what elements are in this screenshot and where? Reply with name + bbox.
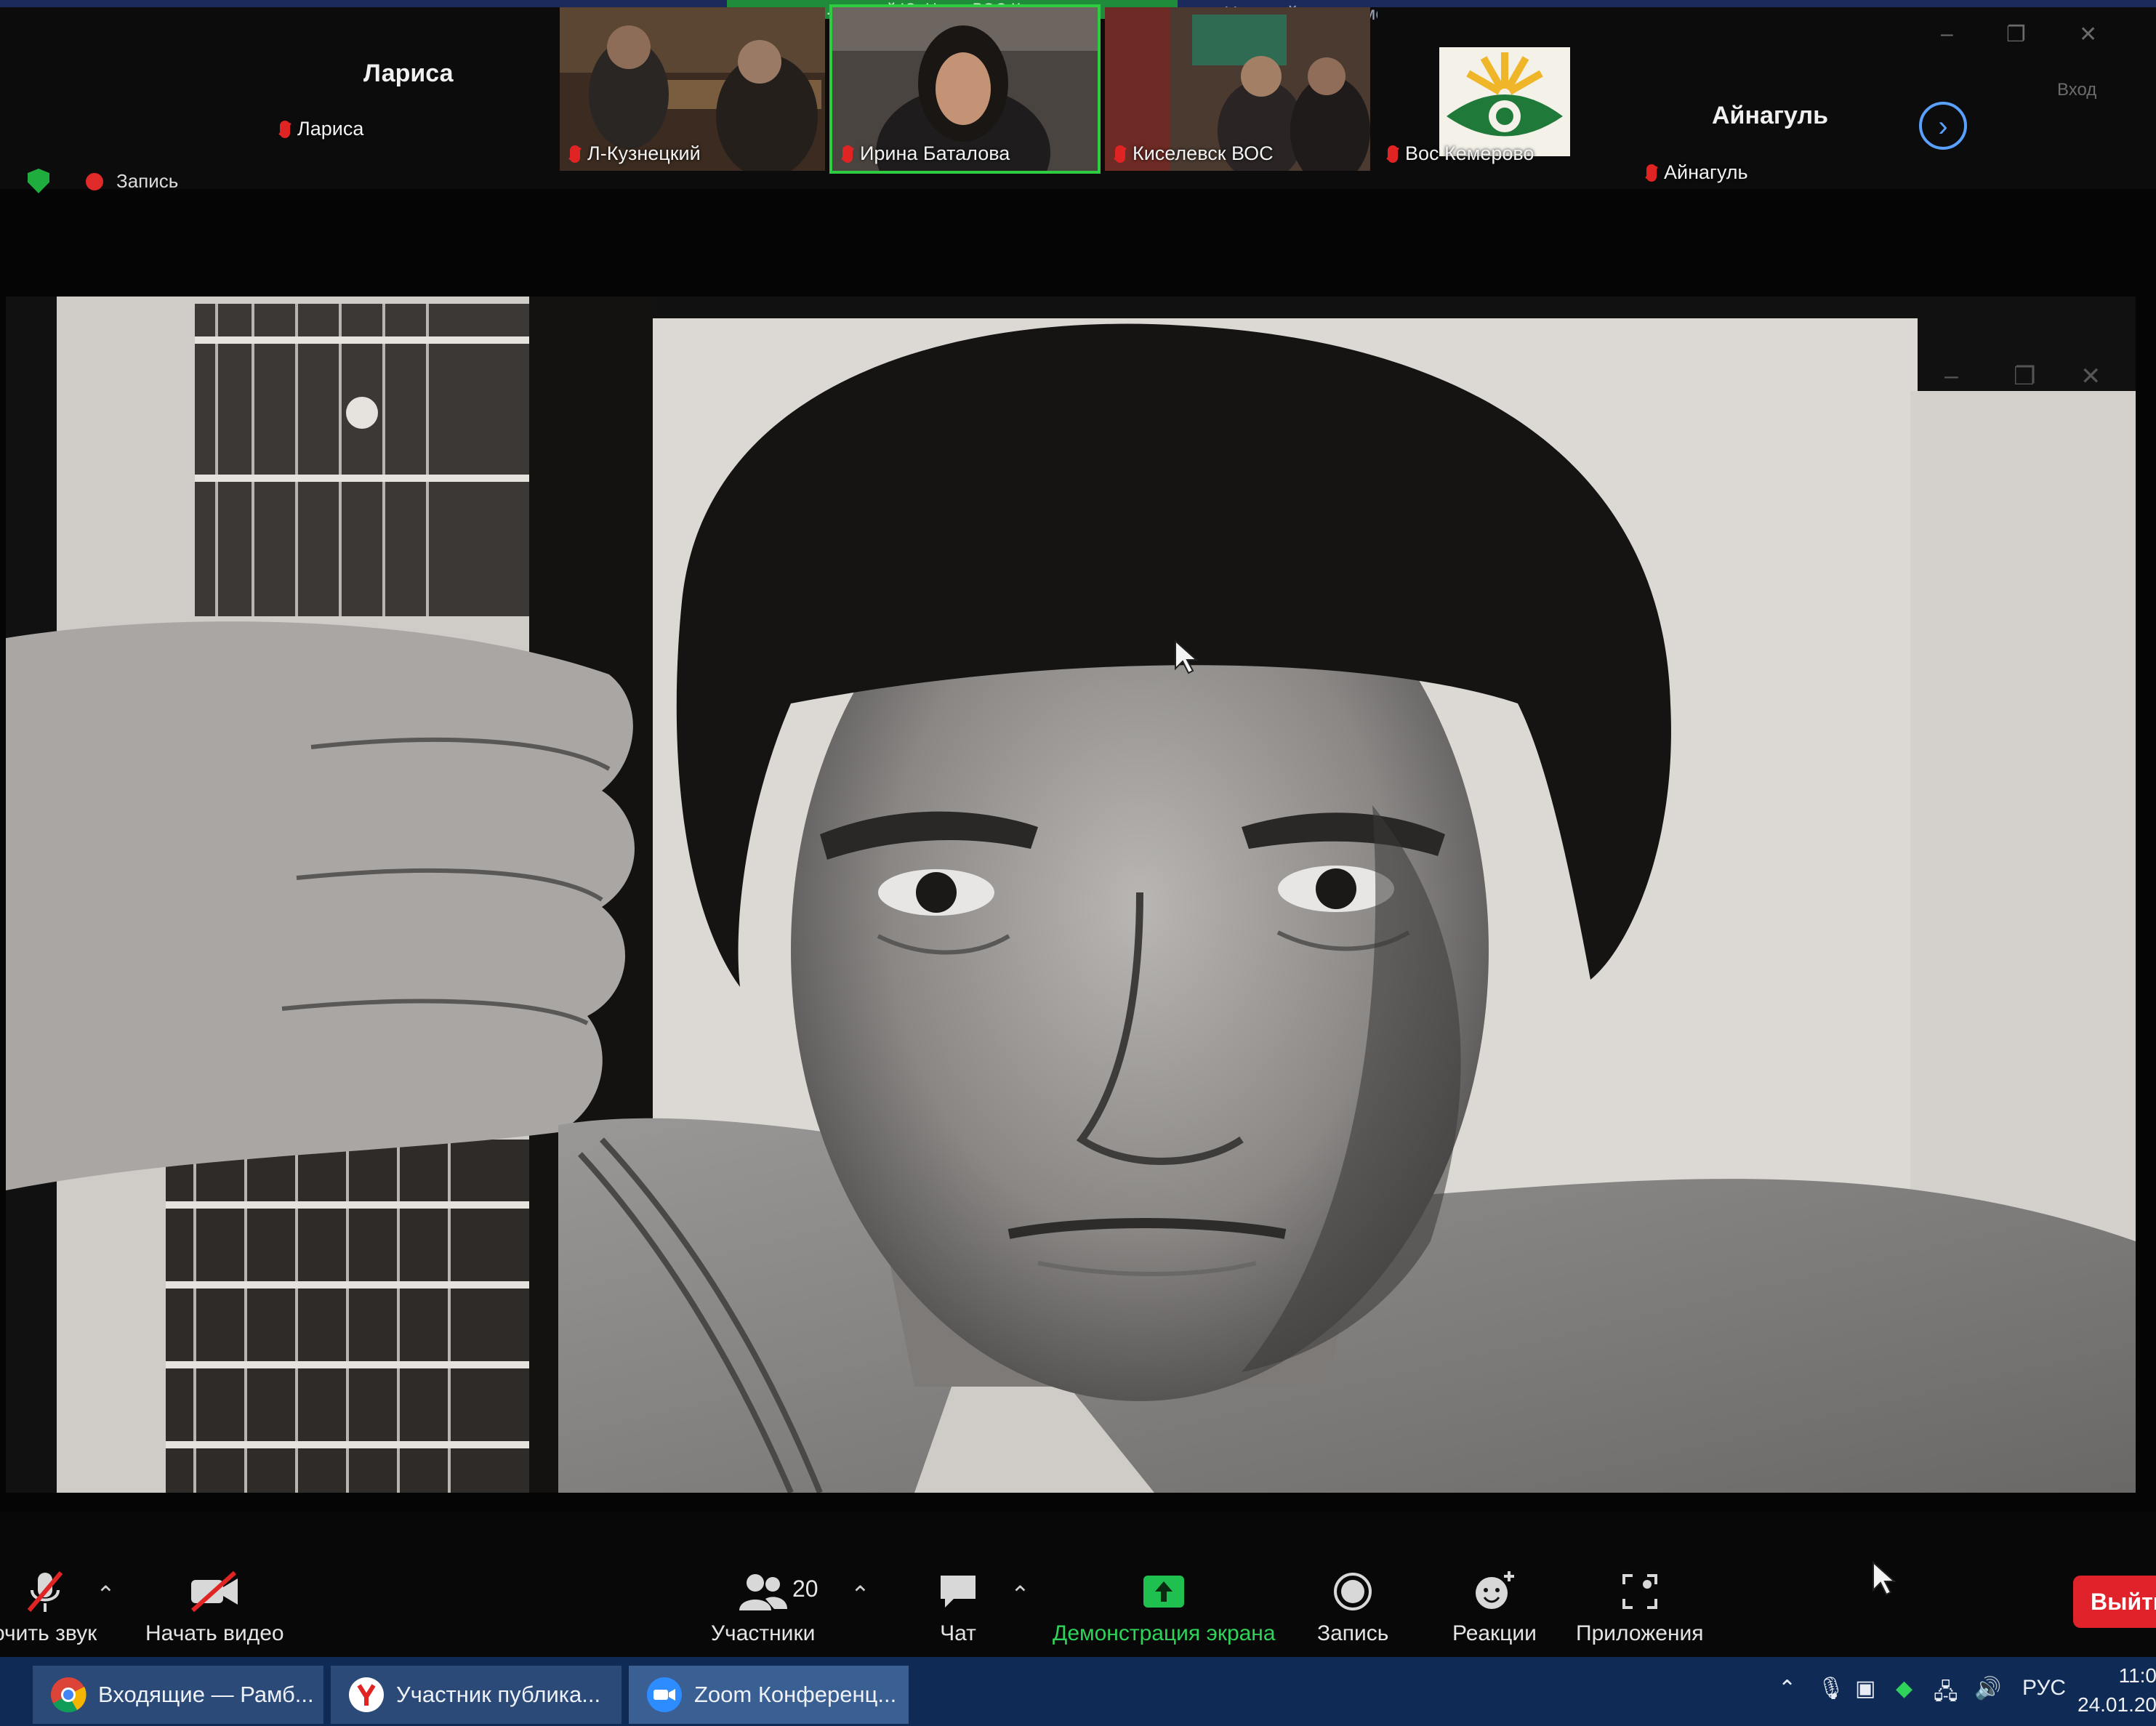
next-page-button[interactable]: › xyxy=(1919,102,1967,150)
restore-icon[interactable]: ❐ xyxy=(2006,22,2026,47)
clock-time: 11:08 xyxy=(2118,1664,2156,1687)
shared-restore-icon[interactable]: ❐ xyxy=(2014,362,2035,391)
taskbar-item-rambler-inbox[interactable]: Входящие — Рамб... xyxy=(33,1666,323,1724)
mic-off-icon xyxy=(27,1571,63,1612)
tray-mic-icon[interactable]: 🎙 xyxy=(1817,1676,1845,1701)
tray-app-icon[interactable]: ▣ xyxy=(1855,1676,1875,1701)
exit-label: Вход xyxy=(2057,80,2097,100)
tray-shield-icon[interactable]: ◆ xyxy=(1896,1676,1912,1701)
participant-name: Лариса xyxy=(363,60,454,87)
participant-label: Ирина Баталова xyxy=(842,142,1010,165)
yandex-browser-icon xyxy=(349,1677,384,1712)
participant-label: Лариса xyxy=(280,118,363,140)
participant-label: Л-Кузнецкий xyxy=(570,142,701,165)
start-video-button[interactable]: Начать видео xyxy=(145,1566,284,1646)
clock-date: 24.01.202 xyxy=(2077,1693,2156,1716)
participants-icon xyxy=(739,1574,787,1610)
recording-dot-icon xyxy=(86,173,103,190)
muted-mic-icon xyxy=(1646,164,1657,182)
chrome-icon xyxy=(51,1677,87,1713)
security-shield-icon[interactable] xyxy=(28,169,49,193)
mouse-cursor-icon xyxy=(1873,1561,1896,1596)
participant-tile-irina-batalova[interactable]: Ирина Баталова xyxy=(829,4,1101,174)
muted-mic-icon xyxy=(570,145,580,163)
share-screen-button[interactable]: Демонстрация экрана xyxy=(1053,1566,1276,1646)
participants-count: 20 xyxy=(792,1576,818,1602)
reactions-button[interactable]: Реакции xyxy=(1452,1566,1537,1646)
taskbar-item-zoom[interactable]: Zoom Конференц... xyxy=(629,1666,909,1724)
shared-minimize-icon[interactable]: – xyxy=(1944,362,1958,390)
minimize-icon[interactable]: – xyxy=(1941,22,1953,47)
chat-options-chevron-up-icon[interactable]: ⌃ xyxy=(1010,1581,1030,1608)
tray-language-indicator[interactable]: РУС xyxy=(2022,1676,2066,1701)
participant-label: Вос Кемерово xyxy=(1388,142,1534,165)
tray-network-icon[interactable]: 🖧 xyxy=(1934,1676,1958,1713)
tray-show-hidden-chevron-icon[interactable]: ⌃ xyxy=(1778,1676,1796,1701)
chat-bubble-icon xyxy=(941,1576,976,1608)
participant-label: Киселевск ВОС xyxy=(1115,142,1274,165)
smiley-plus-icon xyxy=(1475,1571,1514,1609)
close-icon[interactable]: ✕ xyxy=(2079,22,2097,47)
unmute-button[interactable]: очить звук xyxy=(0,1566,97,1646)
leave-button[interactable]: Выйти xyxy=(2073,1576,2156,1628)
share-screen-arrow-icon xyxy=(1143,1576,1185,1608)
participant-name: Айнагуль xyxy=(1712,102,1829,129)
participant-tile-vos-kemerovo[interactable]: Вос Кемерово xyxy=(1377,7,1643,171)
muted-mic-icon xyxy=(280,120,290,138)
participants-options-chevron-up-icon[interactable]: ⌃ xyxy=(850,1581,870,1608)
participant-label: Айнагуль xyxy=(1646,161,1748,184)
camera-off-icon xyxy=(191,1570,238,1613)
muted-mic-icon xyxy=(1388,145,1398,163)
mouse-cursor-icon xyxy=(1175,640,1199,674)
chat-button[interactable]: Чат xyxy=(938,1566,978,1646)
shared-photo xyxy=(6,297,2136,1493)
apps-icon xyxy=(1622,1574,1657,1609)
record-circle-icon xyxy=(1334,1573,1372,1610)
taskbar-clock[interactable]: 11:08 24.01.202 xyxy=(2077,1661,2156,1719)
apps-button[interactable]: Приложения xyxy=(1576,1566,1704,1646)
recording-status: Запись xyxy=(116,170,179,192)
muted-mic-icon xyxy=(842,145,853,163)
zoom-icon xyxy=(647,1677,682,1712)
record-button[interactable]: Запись xyxy=(1317,1566,1388,1646)
participant-tile-l-kuznetsky[interactable]: Л-Кузнецкий xyxy=(560,7,825,171)
shared-screen xyxy=(6,297,2136,1493)
tray-volume-icon[interactable]: 🔊 xyxy=(1974,1676,2001,1701)
audio-options-chevron-up-icon[interactable]: ⌃ xyxy=(96,1581,116,1608)
shared-close-icon[interactable]: ✕ xyxy=(2080,362,2101,391)
participant-tile-kiselevsk-vos[interactable]: Киселевск ВОС xyxy=(1105,7,1370,171)
muted-mic-icon xyxy=(1115,145,1125,163)
taskbar-item-yandex-browser[interactable]: Участник публика... xyxy=(331,1666,622,1724)
